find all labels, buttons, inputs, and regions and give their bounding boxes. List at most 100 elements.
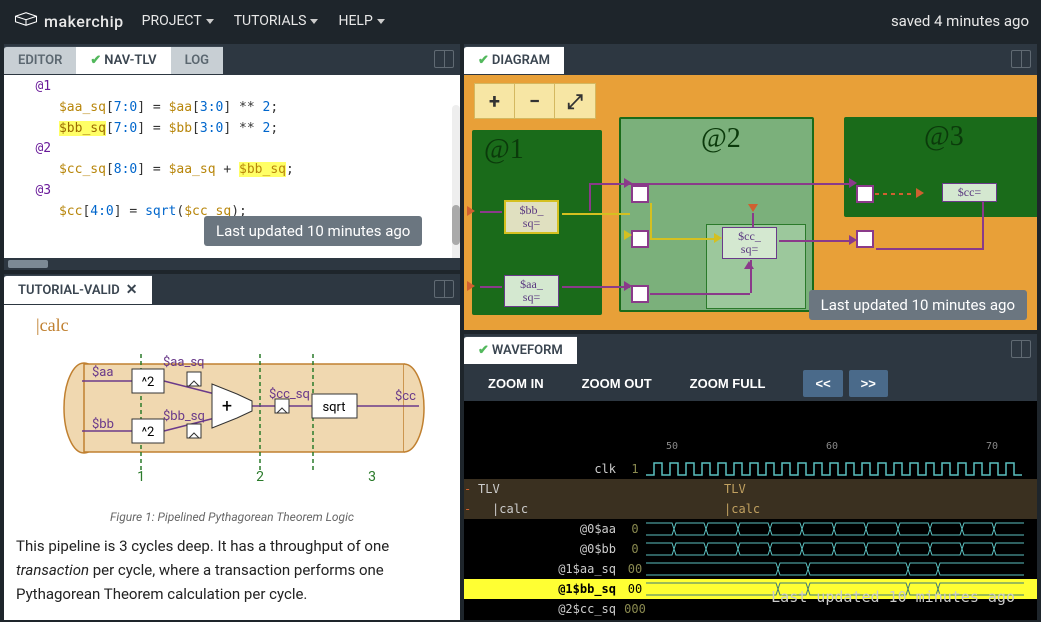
editor-h-scroll[interactable] <box>4 258 460 270</box>
waveform-controls: ZOOM IN ZOOM OUT ZOOM FULL << >> <box>464 365 1037 401</box>
caret-down-icon <box>310 19 318 24</box>
sig-aa-sq[interactable]: $aa_ sq= <box>504 275 559 307</box>
arrow-icon <box>849 235 857 245</box>
expand-button[interactable]: ⤢ <box>555 84 595 118</box>
tab-diagram[interactable]: ✔DIAGRAM <box>464 46 564 74</box>
diagram-panel: ✔DIAGRAM + − ⤢ @1 $bb_ sq= $aa_ sq= @2 <box>464 44 1037 330</box>
input-marker-icon <box>748 204 758 212</box>
tab-waveform[interactable]: ✔WAVEFORM <box>464 336 577 364</box>
register-icon[interactable] <box>631 230 649 248</box>
topbar-left: makerchip PROJECT TUTORIALS HELP <box>12 10 385 32</box>
layout-icon[interactable] <box>434 280 454 298</box>
top-bar: makerchip PROJECT TUTORIALS HELP saved 4… <box>0 0 1041 42</box>
wire <box>876 248 984 250</box>
wire-dashed <box>875 193 915 195</box>
stage-2-block[interactable]: @2 <box>619 117 814 312</box>
stage-1-label: @1 <box>484 134 524 166</box>
wf-row-clk[interactable]: clk1 <box>464 459 1037 479</box>
arrow-icon <box>849 178 857 188</box>
toast-updated: Last updated 10 minutes ago <box>809 290 1027 320</box>
check-icon: ✔ <box>478 53 489 68</box>
wire-highlight <box>650 238 718 240</box>
wire <box>779 240 853 242</box>
arrow-icon <box>744 261 754 269</box>
wf-row-tlv[interactable]: -TLVTLV <box>464 479 1037 499</box>
wf-row-cc[interactable]: @3$cc00 <box>464 619 1037 620</box>
menu-tutorials[interactable]: TUTORIALS <box>234 13 319 29</box>
toast-updated: Last updated 10 minutes ago <box>759 582 1027 612</box>
wire <box>589 183 591 211</box>
layout-icon[interactable] <box>1011 340 1031 358</box>
prev-button[interactable]: << <box>803 370 842 397</box>
close-icon[interactable]: ✕ <box>126 282 138 298</box>
wire-highlight <box>562 213 630 215</box>
register-icon[interactable] <box>856 185 874 203</box>
sig-bb-sq[interactable]: $bb_ sq= <box>504 200 559 234</box>
register-icon[interactable] <box>856 230 874 248</box>
wire-highlight <box>650 203 652 239</box>
tutorial-body: |calc 1 2 3 <box>4 305 460 620</box>
wire <box>982 202 984 250</box>
svg-text:2: 2 <box>256 469 264 481</box>
tutorial-panel: TUTORIAL-VALID✕ |calc 1 2 3 <box>4 274 460 620</box>
zoom-in-button[interactable]: ZOOM IN <box>472 370 560 397</box>
sig-cc-sq[interactable]: $cc_ sq= <box>722 227 777 259</box>
register-icon[interactable] <box>631 185 649 203</box>
svg-text:3: 3 <box>368 469 376 481</box>
svg-text:$cc_sq: $cc_sq <box>269 387 310 402</box>
arrow-icon <box>916 188 924 198</box>
wf-row-calc[interactable]: -|calc|calc <box>464 499 1037 519</box>
zoom-full-button[interactable]: ZOOM FULL <box>674 370 782 397</box>
layout-grid: EDITOR ✔NAV-TLV LOG @1 $aa_sq[7:0] = $aa… <box>0 42 1041 622</box>
tutorial-header: TUTORIAL-VALID✕ <box>4 274 460 305</box>
stage-2-label: @2 <box>701 123 741 155</box>
stage-3-label: @3 <box>924 121 964 153</box>
caret-down-icon <box>377 19 385 24</box>
input-marker-icon <box>467 281 475 291</box>
scrollbar-thumb[interactable] <box>452 205 460 245</box>
diagram-header: ✔DIAGRAM <box>464 44 1037 75</box>
register-icon[interactable] <box>631 285 649 303</box>
svg-text:sqrt: sqrt <box>322 400 345 415</box>
tab-editor[interactable]: EDITOR <box>4 46 76 74</box>
caret-down-icon <box>206 19 214 24</box>
diagram-canvas[interactable]: + − ⤢ @1 $bb_ sq= $aa_ sq= @2 $cc_ sq= <box>464 75 1037 330</box>
waveform-canvas[interactable]: 50 60 70 clk1 -TLVTLV -|calc|calc @0$aa0… <box>464 401 1037 620</box>
wire <box>480 286 502 288</box>
svg-text:$cc: $cc <box>395 389 416 404</box>
tab-log[interactable]: LOG <box>171 46 223 74</box>
wf-row-aa-sq[interactable]: @1$aa_sq00 <box>464 559 1037 579</box>
layout-icon[interactable] <box>434 50 454 68</box>
menu-project[interactable]: PROJECT <box>142 13 214 29</box>
tutorial-text: This pipeline is 3 cycles deep. It has a… <box>16 534 448 606</box>
check-icon: ✔ <box>90 53 101 68</box>
svg-text:^2: ^2 <box>142 375 155 390</box>
save-status: saved 4 minutes ago <box>891 12 1029 30</box>
tab-navtlv[interactable]: ✔NAV-TLV <box>76 46 170 74</box>
logo[interactable]: makerchip <box>12 10 124 32</box>
editor-tabs: EDITOR ✔NAV-TLV LOG <box>4 44 460 75</box>
sig-cc[interactable]: $cc= <box>942 183 997 202</box>
logo-text: makerchip <box>44 12 124 31</box>
waveform-ruler: 50 60 70 <box>646 441 1037 456</box>
arrow-icon <box>624 281 632 291</box>
zoom-in-button[interactable]: + <box>475 84 515 118</box>
wf-row-aa[interactable]: @0$aa0 <box>464 519 1037 539</box>
waveform-header: ✔WAVEFORM <box>464 334 1037 365</box>
check-icon: ✔ <box>478 343 489 358</box>
zoom-out-button[interactable]: − <box>515 84 555 118</box>
svg-text:^2: ^2 <box>142 425 155 440</box>
layout-icon[interactable] <box>1011 50 1031 68</box>
tab-tutorial[interactable]: TUTORIAL-VALID✕ <box>4 275 152 304</box>
svg-text:$aa_sq: $aa_sq <box>163 355 204 370</box>
menu-help[interactable]: HELP <box>338 13 384 29</box>
svg-text:$bb_sq: $bb_sq <box>163 409 205 424</box>
zoom-out-button[interactable]: ZOOM OUT <box>566 370 668 397</box>
next-button[interactable]: >> <box>849 370 888 397</box>
wf-row-bb[interactable]: @0$bb0 <box>464 539 1037 559</box>
wire <box>480 211 502 213</box>
arrow-icon <box>624 178 632 188</box>
figure-caption: Figure 1: Pipelined Pythagorean Theorem … <box>16 506 448 534</box>
svg-text:1: 1 <box>137 469 145 481</box>
diagram-controls: + − ⤢ <box>474 83 596 119</box>
